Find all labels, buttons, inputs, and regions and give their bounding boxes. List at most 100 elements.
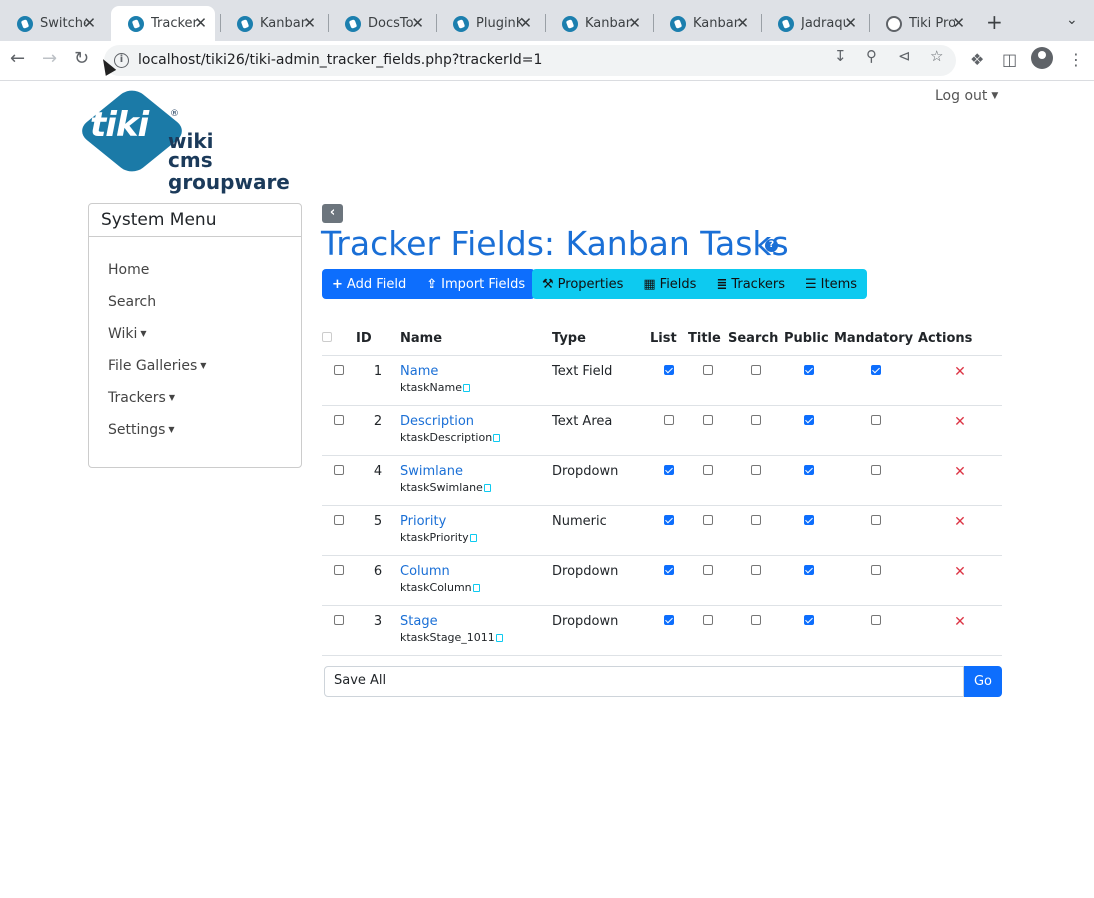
list-checkbox[interactable] [664, 464, 674, 475]
close-tab-icon[interactable]: ✕ [83, 14, 96, 32]
public-checkbox[interactable] [804, 414, 814, 425]
import-fields-button[interactable]: ⇪ Import Fields [416, 269, 535, 299]
title-checkbox[interactable] [703, 364, 713, 375]
row-select-checkbox[interactable] [334, 614, 344, 625]
delete-icon[interactable]: ✕ [954, 464, 966, 480]
side-panel-icon[interactable]: ◫ [1002, 50, 1017, 69]
mandatory-checkbox[interactable] [871, 464, 881, 475]
address-bar[interactable]: i localhost/tiki26/tiki-admin_tracker_fi… [104, 45, 956, 76]
browser-tab[interactable]: DocsTo ✕ [328, 6, 432, 41]
title-checkbox[interactable] [703, 414, 713, 425]
extensions-puzzle-icon[interactable]: ❖ [970, 50, 984, 69]
share-icon[interactable]: ⊲ [898, 47, 911, 65]
search-checkbox[interactable] [751, 464, 761, 475]
sidebar-toggle-button[interactable]: ‹ [322, 204, 343, 223]
properties-button[interactable]: ⚒ Properties [532, 269, 633, 299]
close-tab-icon[interactable]: ✕ [628, 14, 641, 32]
close-tab-icon[interactable]: ✕ [844, 14, 857, 32]
public-checkbox[interactable] [804, 464, 814, 475]
search-checkbox[interactable] [751, 564, 761, 575]
list-checkbox[interactable] [664, 614, 674, 625]
title-checkbox[interactable] [703, 464, 713, 475]
tiki-logo[interactable]: tiki ® wiki cms groupware [75, 85, 290, 194]
list-checkbox[interactable] [664, 414, 674, 425]
sidebar-item-wiki[interactable]: Wiki ▼ [108, 326, 147, 342]
add-field-button[interactable]: + Add Field [322, 269, 416, 299]
field-name-link[interactable]: Priority [400, 514, 552, 529]
sidebar-item-home[interactable]: Home [108, 262, 149, 278]
close-tab-icon[interactable]: ✕ [303, 14, 316, 32]
go-button[interactable]: Go [964, 666, 1002, 697]
search-checkbox[interactable] [751, 364, 761, 375]
bulk-action-select[interactable]: Save All [324, 666, 964, 697]
browser-tab[interactable]: Tracker ✕ [111, 6, 215, 41]
field-name-link[interactable]: Name [400, 364, 552, 379]
sidebar-item-trackers[interactable]: Trackers ▼ [108, 390, 175, 406]
close-tab-icon[interactable]: ✕ [736, 14, 749, 32]
search-checkbox[interactable] [751, 614, 761, 625]
browser-tab[interactable]: Switche ✕ [0, 6, 104, 41]
browser-tab[interactable]: PluginK ✕ [436, 6, 540, 41]
public-checkbox[interactable] [804, 564, 814, 575]
copy-icon[interactable] [495, 633, 503, 642]
fields-button[interactable]: ▦ Fields [633, 269, 706, 299]
back-arrow-icon[interactable]: ← [10, 48, 25, 69]
install-app-icon[interactable]: ↧ [834, 47, 847, 65]
address-url[interactable]: localhost/tiki26/tiki-admin_tracker_fiel… [138, 52, 542, 68]
trackers-button[interactable]: ≣ Trackers [706, 269, 795, 299]
list-checkbox[interactable] [664, 364, 674, 375]
row-select-checkbox[interactable] [334, 364, 344, 375]
forward-arrow-icon[interactable]: → [42, 48, 57, 69]
row-select-checkbox[interactable] [334, 414, 344, 425]
browser-tab[interactable]: Kanban ✕ [545, 6, 649, 41]
browser-tab[interactable]: Tiki Pro ✕ [869, 6, 973, 41]
copy-icon[interactable] [472, 583, 480, 592]
title-checkbox[interactable] [703, 564, 713, 575]
mandatory-checkbox[interactable] [871, 514, 881, 525]
copy-icon[interactable] [483, 483, 491, 492]
browser-menu-icon[interactable]: ⋮ [1068, 50, 1084, 69]
reload-icon[interactable]: ↻ [74, 48, 89, 69]
public-checkbox[interactable] [804, 364, 814, 375]
items-button[interactable]: ☰ Items [795, 269, 867, 299]
field-name-link[interactable]: Column [400, 564, 552, 579]
list-checkbox[interactable] [664, 564, 674, 575]
page-title[interactable]: Tracker Fields: Kanban Tasks [321, 224, 789, 263]
delete-icon[interactable]: ✕ [954, 514, 966, 530]
tab-search-chevron-icon[interactable]: ⌄ [1066, 12, 1078, 28]
copy-icon[interactable] [493, 433, 501, 442]
mandatory-checkbox[interactable] [871, 564, 881, 575]
copy-icon[interactable] [469, 533, 477, 542]
sidebar-item-search[interactable]: Search [108, 294, 156, 310]
bookmark-star-icon[interactable]: ☆ [930, 47, 943, 65]
delete-icon[interactable]: ✕ [954, 614, 966, 630]
close-tab-icon[interactable]: ✕ [194, 14, 207, 32]
row-select-checkbox[interactable] [334, 514, 344, 525]
field-name-link[interactable]: Description [400, 414, 552, 429]
mandatory-checkbox[interactable] [871, 364, 881, 375]
title-checkbox[interactable] [703, 614, 713, 625]
row-select-checkbox[interactable] [334, 464, 344, 475]
public-checkbox[interactable] [804, 614, 814, 625]
new-tab-icon[interactable]: + [986, 10, 1003, 34]
site-info-icon[interactable]: i [114, 53, 129, 68]
select-all-checkbox-cell[interactable] [322, 322, 356, 356]
close-tab-icon[interactable]: ✕ [411, 14, 424, 32]
field-name-link[interactable]: Stage [400, 614, 552, 629]
logout-dropdown[interactable]: Log out ▼ [935, 88, 998, 104]
copy-icon[interactable] [462, 383, 470, 392]
browser-tab[interactable]: Kanban ✕ [220, 6, 324, 41]
close-tab-icon[interactable]: ✕ [519, 14, 532, 32]
title-checkbox[interactable] [703, 514, 713, 525]
mandatory-checkbox[interactable] [871, 614, 881, 625]
delete-icon[interactable]: ✕ [954, 364, 966, 380]
mandatory-checkbox[interactable] [871, 414, 881, 425]
field-name-link[interactable]: Swimlane [400, 464, 552, 479]
zoom-icon[interactable]: ⚲ [866, 47, 877, 65]
select-all-checkbox[interactable] [322, 331, 332, 342]
browser-tab[interactable]: Jadraqu ✕ [761, 6, 865, 41]
browser-tab[interactable]: Kanban ✕ [653, 6, 757, 41]
sidebar-item-file-galleries[interactable]: File Galleries ▼ [108, 358, 206, 374]
delete-icon[interactable]: ✕ [954, 414, 966, 430]
search-checkbox[interactable] [751, 514, 761, 525]
